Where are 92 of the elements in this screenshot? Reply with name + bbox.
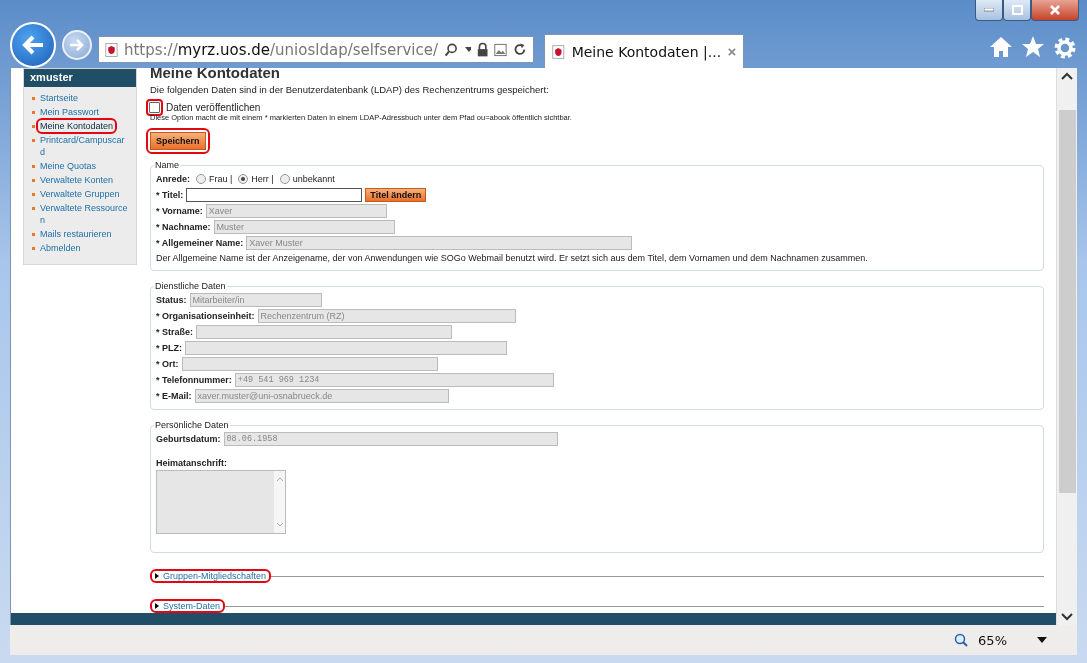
- radio-button[interactable]: [196, 174, 206, 184]
- bullet-icon: [32, 165, 35, 168]
- readonly-field: Xaver Muster: [246, 236, 633, 250]
- checkbox-label: Daten veröffentlichen: [166, 102, 261, 113]
- collapsible-toggle[interactable]: Gruppen-Mitgliedschaften: [155, 571, 267, 581]
- readonly-field: Rechenzentrum (RZ): [257, 309, 516, 323]
- field-label: Anrede:: [156, 174, 190, 184]
- radio-button[interactable]: [238, 174, 249, 184]
- field-label: * E-Mail:: [156, 391, 192, 401]
- minimize-button[interactable]: [975, 0, 1003, 21]
- sidebar-link[interactable]: Abmelden: [38, 242, 83, 254]
- sidebar-link[interactable]: Verwaltete Gruppen: [38, 188, 122, 200]
- field-label: * Straße:: [156, 327, 193, 337]
- change-title-button[interactable]: Titel ändern: [365, 188, 427, 202]
- radio-button[interactable]: [279, 174, 290, 184]
- sidebar-link[interactable]: Verwaltete Konten: [38, 174, 116, 186]
- scroll-down-icon[interactable]: [1061, 613, 1073, 621]
- tab-title: Meine Kontodaten |...: [571, 43, 722, 60]
- title-input[interactable]: [186, 188, 363, 202]
- bullet-icon: [32, 139, 35, 142]
- back-button[interactable]: [10, 22, 56, 68]
- maximize-button[interactable]: [1003, 0, 1031, 21]
- image-icon[interactable]: [494, 41, 508, 58]
- close-icon: [1049, 5, 1061, 15]
- sidebar-link[interactable]: Startseite: [38, 92, 81, 104]
- section-legend: Dienstliche Daten: [154, 281, 227, 291]
- bullet-icon: [32, 125, 35, 128]
- dropdown-icon[interactable]: [464, 47, 472, 52]
- sidebar-link[interactable]: Printcard/Campuscard: [38, 134, 130, 158]
- intro-text: Die folgenden Daten sind in der Benutzerdatenbank (LDAP) des Rechenzentrums gespeichert:: [150, 84, 550, 96]
- bullet-icon: [32, 247, 35, 250]
- field-label: * Titel:: [156, 190, 184, 200]
- bullet-icon: [32, 111, 35, 114]
- bullet-icon: [32, 193, 35, 196]
- star-icon[interactable]: [1021, 36, 1045, 58]
- field-label: * Vorname:: [156, 206, 203, 216]
- sidebar-link[interactable]: Meine Quotas: [38, 160, 99, 172]
- home-icon[interactable]: [989, 36, 1013, 58]
- collapsible-toggle[interactable]: System-Daten: [155, 601, 221, 611]
- caret-right-icon: [155, 603, 159, 609]
- sidebar-link[interactable]: Verwaltete Ressourcen: [38, 202, 130, 226]
- site-icon: [552, 42, 565, 61]
- sidebar-link[interactable]: Meine Kontodaten: [38, 120, 116, 132]
- address-bar[interactable]: https://myrz.uos.de/uniosldap/selfservice/: [98, 36, 534, 63]
- readonly-field: xaver.muster@uni-osnabrueck.de: [194, 389, 449, 403]
- readonly-field: +49 541 969 1234: [234, 373, 554, 387]
- bullet-icon: [32, 233, 35, 236]
- save-button[interactable]: Speichern: [150, 132, 206, 150]
- zoom-level: 65%: [978, 632, 1007, 648]
- sidebar-link[interactable]: Mein Passwort: [38, 106, 102, 118]
- url-text: https://myrz.uos.de/uniosldap/selfservice/: [123, 40, 438, 59]
- browser-tab[interactable]: Meine Kontodaten |...: [544, 34, 744, 68]
- caret-right-icon: [155, 573, 159, 579]
- bullet-icon: [32, 207, 35, 210]
- readonly-field: Mitarbeiter/in: [189, 293, 322, 307]
- section-legend: Name: [154, 160, 180, 170]
- radio-label: Frau |: [209, 174, 233, 184]
- readonly-field: Xaver: [205, 204, 387, 218]
- sidebar-link[interactable]: Mails restaurieren: [38, 228, 114, 240]
- close-button[interactable]: [1031, 0, 1079, 21]
- field-label: * Ort:: [156, 359, 179, 369]
- scroll-thumb[interactable]: [1058, 110, 1076, 493]
- refresh-icon[interactable]: [513, 41, 527, 58]
- field-label: * Allgemeiner Name:: [156, 238, 244, 248]
- field-label: Geburtsdatum:: [156, 434, 221, 444]
- field-label: * PLZ:: [156, 343, 182, 353]
- maximize-icon: [1011, 5, 1023, 15]
- forward-button[interactable]: [62, 30, 92, 60]
- arrow-right-icon: [69, 38, 85, 52]
- readonly-field: 08.06.1958: [223, 432, 558, 446]
- zoom-icon: [954, 633, 969, 647]
- field-label: * Telefonnummer:: [156, 375, 232, 385]
- scroll-up-icon[interactable]: [1061, 72, 1073, 80]
- field-note: Der Allgemeine Name ist der Anzeigename, der von Anwendungen wie SOGo Webmail benutzt wird. Er setzt sich aus dem Titel, dem Vornamen und dem Nachnamen zusammen.: [156, 252, 869, 264]
- section-legend: Persönliche Daten: [154, 420, 230, 430]
- field-label: * Organisationseinheit:: [156, 311, 255, 321]
- settings-icon[interactable]: [1053, 36, 1077, 60]
- minimize-icon: [984, 8, 994, 12]
- arrow-left-icon: [21, 34, 45, 56]
- bullet-icon: [32, 97, 35, 100]
- username-header: xmuster: [24, 69, 136, 87]
- bullet-icon: [32, 179, 35, 182]
- field-label: * Nachname:: [156, 222, 211, 232]
- close-tab-icon[interactable]: [728, 46, 736, 57]
- readonly-field: Muster: [213, 220, 395, 234]
- field-label: Heimatanschrift:: [156, 458, 228, 468]
- dropdown-icon[interactable]: [1037, 637, 1047, 643]
- radio-label: unbekannt: [292, 174, 335, 184]
- lock-icon: [477, 41, 489, 58]
- site-icon: [105, 40, 118, 59]
- radio-label: Herr |: [251, 174, 274, 184]
- field-label: Status:: [156, 295, 187, 305]
